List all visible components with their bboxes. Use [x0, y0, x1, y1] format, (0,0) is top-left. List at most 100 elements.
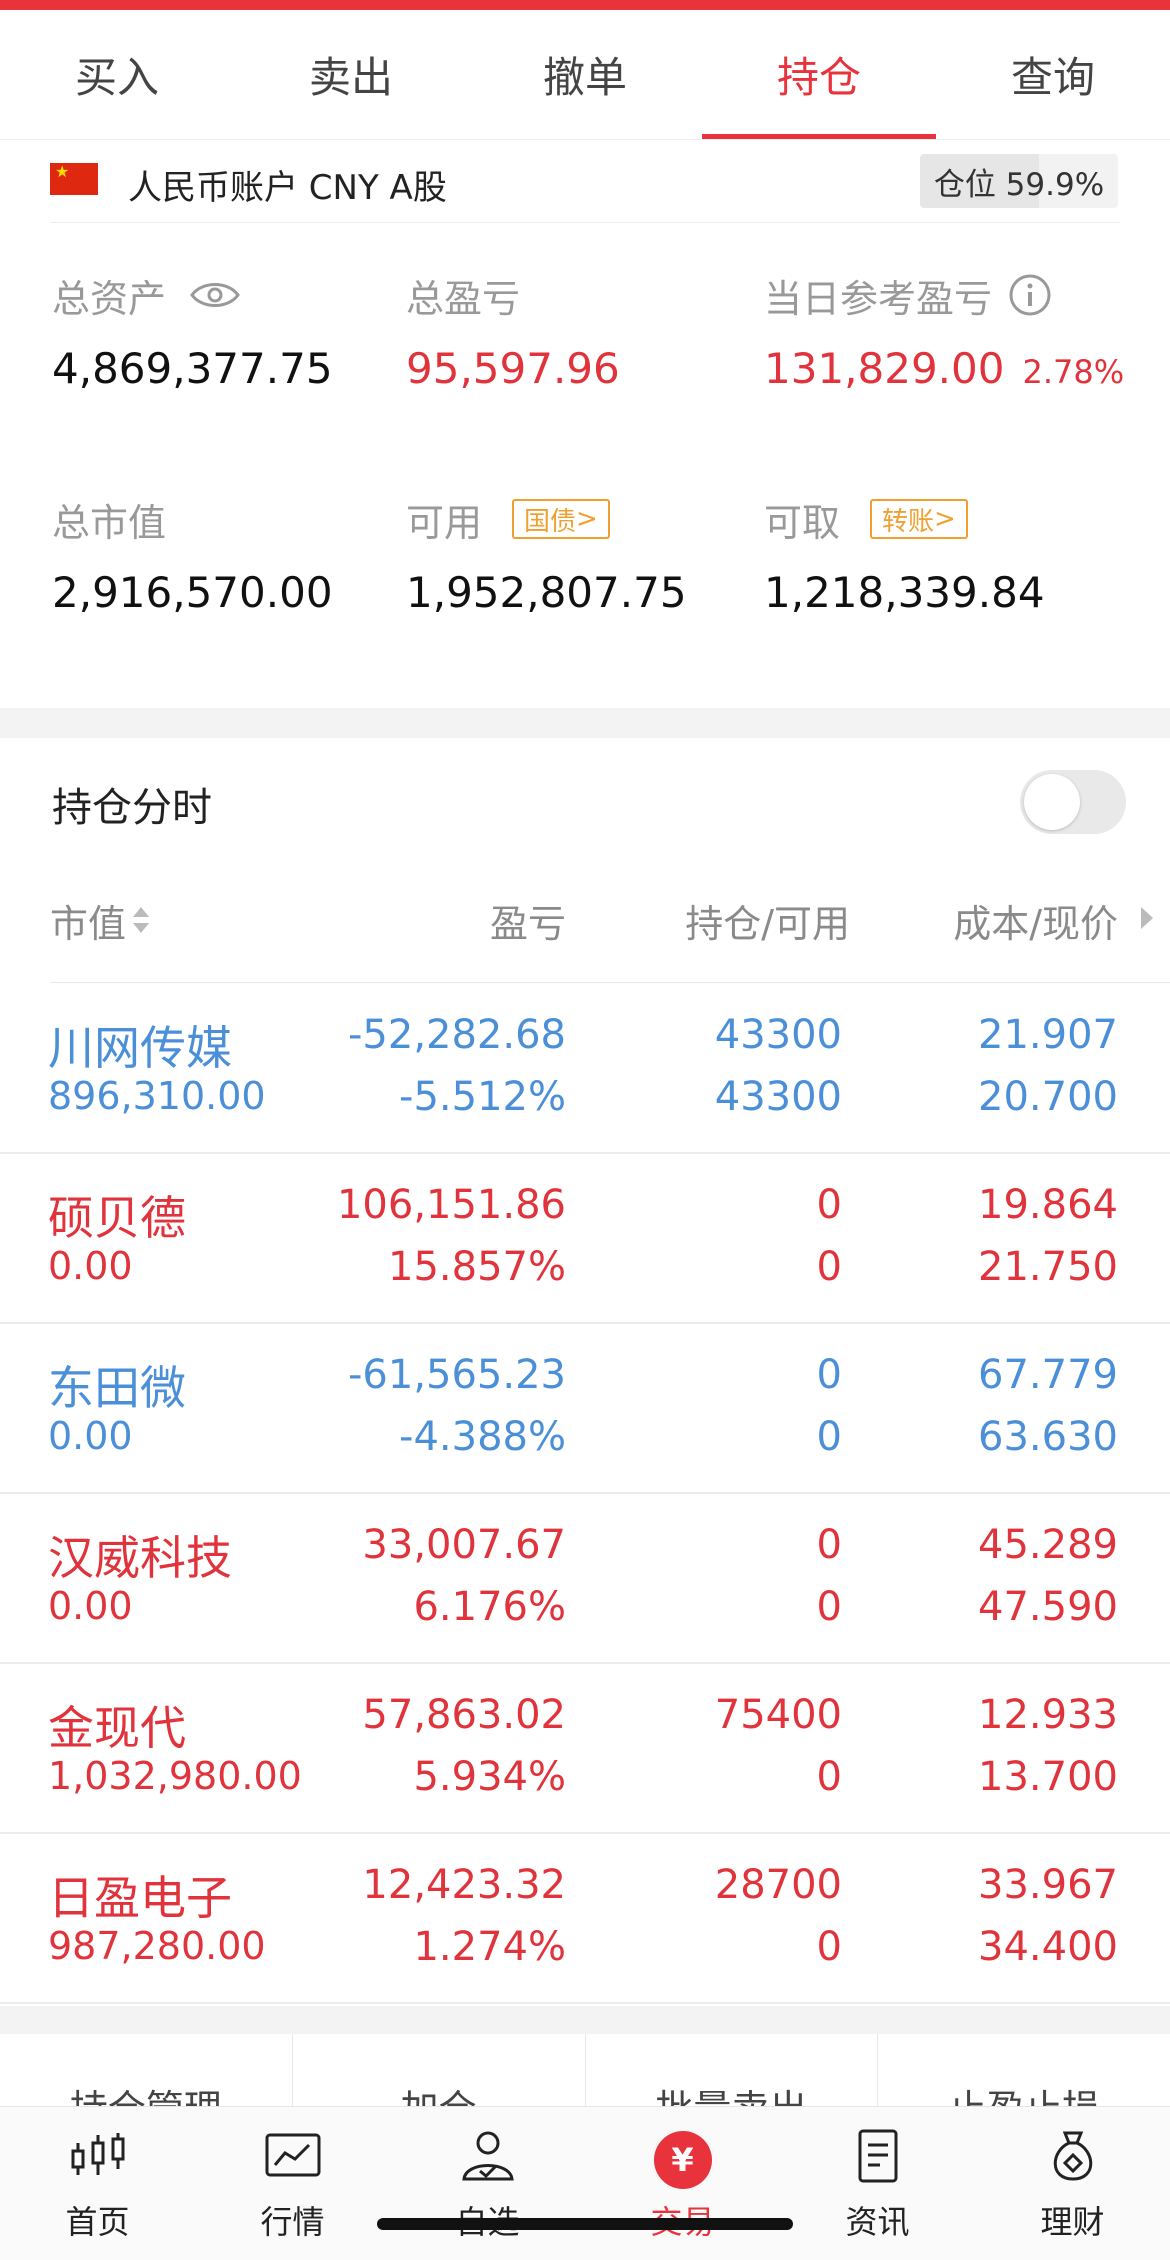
chart-icon [265, 2133, 320, 2177]
available-qty: 43300 [714, 1074, 842, 1120]
profit-loss-pct: 5.934% [413, 1754, 566, 1800]
daily-pl-value: 131,829.00 [764, 344, 1005, 393]
profit-loss: -61,565.23 [347, 1352, 566, 1398]
document-icon [858, 2129, 897, 2183]
profit-loss: 57,863.02 [362, 1692, 566, 1738]
total-assets-value: 4,869,377.75 [52, 344, 333, 393]
info-icon[interactable] [1008, 273, 1052, 317]
current-price: 34.400 [978, 1924, 1118, 1970]
holdings-timeshare-toggle[interactable] [1020, 770, 1126, 834]
market-value: 0.00 [48, 1414, 133, 1458]
available-label: 可用 [406, 500, 483, 545]
section-gap [0, 2006, 1170, 2034]
candlestick-icon [71, 2133, 124, 2175]
sort-icon [133, 907, 150, 933]
home-indicator [377, 2218, 793, 2230]
total-pl-value: 95,597.96 [406, 344, 620, 393]
account-name: 人民币账户 CNY A股 [128, 168, 447, 208]
tab-holdings[interactable]: 持仓 [702, 10, 936, 139]
available-qty: 0 [816, 1584, 842, 1630]
holding-row[interactable]: 川网传媒 896,310.00 -52,282.68 -5.512% 43300 4330… [0, 984, 1170, 1154]
transfer-button[interactable]: 转账 > [870, 499, 968, 539]
position-qty: 0 [816, 1522, 842, 1568]
withdrawable-label: 可取 [764, 500, 841, 545]
current-price: 63.630 [978, 1414, 1118, 1460]
market-value: 896,310.00 [48, 1074, 266, 1118]
nav-trade[interactable]: ¥ 交易 [585, 2107, 780, 2260]
nav-wealth-label: 理财 [1040, 2203, 1105, 2241]
withdrawable-funds: 可取 转账 > 1,218,339.84 [764, 494, 1045, 617]
bottom-nav: 首页 行情 自选 ¥ 交易 资讯 理财 [0, 2106, 1170, 2260]
tab-cancel[interactable]: 撤单 [468, 10, 702, 139]
nav-news[interactable]: 资讯 [780, 2107, 975, 2260]
user-check-icon [461, 2131, 514, 2181]
chevron-right-icon: > [934, 504, 956, 534]
market-value: 总市值 2,916,570.00 [52, 494, 333, 618]
holding-row[interactable]: 硕贝德 0.00 106,151.86 15.857% 0 0 19.864 21.750 [0, 1154, 1170, 1324]
column-price-label: 成本/现价 [953, 901, 1118, 946]
column-price: 成本/现价 [953, 890, 1118, 950]
tab-buy[interactable]: 买入 [0, 10, 234, 139]
profit-loss-pct: 15.857% [388, 1244, 566, 1290]
available-funds: 可用 国债 > 1,952,807.75 [406, 494, 687, 617]
column-pl: 盈亏 [490, 890, 566, 950]
cost-price: 21.907 [978, 1012, 1118, 1058]
profit-loss-pct: -5.512% [399, 1074, 566, 1120]
current-price: 21.750 [978, 1244, 1118, 1290]
profit-loss-pct: -4.388% [399, 1414, 566, 1460]
chevron-right-icon[interactable] [1138, 903, 1156, 933]
add-position-button[interactable]: 加仓 [293, 2034, 586, 2106]
stop-profit-loss-button[interactable]: 止盈止损 [878, 2034, 1170, 2106]
china-flag-icon: ★ [50, 163, 98, 195]
stock-name: 日盈电子 [48, 1871, 232, 1925]
position-qty: 75400 [714, 1692, 842, 1738]
market-value: 0.00 [48, 1584, 133, 1628]
nav-market[interactable]: 行情 [195, 2107, 390, 2260]
top-accent-bar [0, 0, 1170, 10]
holding-row[interactable]: 金现代 1,032,980.00 57,863.02 5.934% 75400 0 12.9… [0, 1664, 1170, 1834]
divider [50, 222, 1120, 223]
holding-row[interactable]: 日盈电子 987,280.00 12,423.32 1.274% 28700 0 33.96… [0, 1834, 1170, 2004]
total-pl: 总盈亏 95,597.96 [406, 270, 620, 394]
divider [50, 982, 1170, 983]
eye-icon[interactable] [190, 279, 240, 311]
market-value: 1,032,980.00 [48, 1754, 302, 1798]
cost-price: 45.289 [978, 1522, 1118, 1568]
daily-pl-pct: 2.78% [1022, 353, 1125, 391]
nav-wealth[interactable]: 理财 [975, 2107, 1170, 2260]
position-ratio-label: 仓位 59.9% [933, 166, 1105, 203]
tab-sell[interactable]: 卖出 [234, 10, 468, 139]
market-value: 987,280.00 [48, 1924, 266, 1968]
market-value-label: 总市值 [52, 500, 167, 545]
profit-loss-pct: 1.274% [413, 1924, 566, 1970]
daily-pl: 当日参考盈亏 131,829.00 2.78% [764, 270, 1124, 393]
nav-watchlist[interactable]: 自选 [390, 2107, 585, 2260]
transfer-label: 转账 [882, 506, 935, 537]
available-qty: 0 [816, 1924, 842, 1970]
position-qty: 43300 [714, 1012, 842, 1058]
cost-price: 19.864 [978, 1182, 1118, 1228]
tab-query[interactable]: 查询 [936, 10, 1170, 139]
stock-name: 东田微 [48, 1361, 186, 1415]
current-price: 13.700 [978, 1754, 1118, 1800]
current-price: 47.590 [978, 1584, 1118, 1630]
trade-tabs: 买入 卖出 撤单 持仓 查询 [0, 10, 1170, 140]
nav-home-label: 首页 [65, 2203, 130, 2241]
stock-name: 汉威科技 [48, 1531, 232, 1585]
column-market-value[interactable]: 市值 [50, 890, 152, 950]
treasury-bond-label: 国债 [524, 506, 577, 537]
holding-row[interactable]: 东田微 0.00 -61,565.23 -4.388% 0 0 67.779 63.630 [0, 1324, 1170, 1494]
total-assets-label: 总资产 [52, 276, 167, 321]
profit-loss-pct: 6.176% [413, 1584, 566, 1630]
account-bar[interactable]: ★ 人民币账户 CNY A股 仓位 59.9% [0, 142, 1170, 224]
column-position-label: 持仓/可用 [685, 901, 850, 946]
position-management-button[interactable]: 持仓管理 [0, 2034, 293, 2106]
holding-row[interactable]: 汉威科技 0.00 33,007.67 6.176% 0 0 45.289 47.590 [0, 1494, 1170, 1664]
total-assets: 总资产 4,869,377.75 [52, 270, 333, 394]
stock-name: 硕贝德 [48, 1191, 186, 1245]
batch-sell-button[interactable]: 批量卖出 [586, 2034, 879, 2106]
nav-home[interactable]: 首页 [0, 2107, 195, 2260]
column-position: 持仓/可用 [685, 890, 850, 950]
treasury-bond-button[interactable]: 国债 > [512, 499, 610, 539]
toggle-knob [1024, 774, 1080, 830]
